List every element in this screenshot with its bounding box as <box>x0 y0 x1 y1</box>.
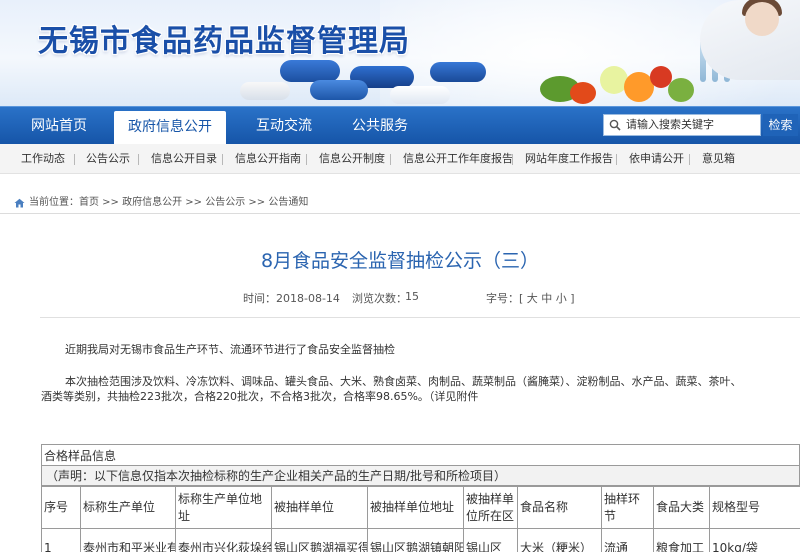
table-cell: 泰州市兴化荻垛经 <box>175 528 272 552</box>
col-header: 食品名称 <box>517 486 602 529</box>
nav-public-service[interactable]: 公共服务 <box>340 107 420 145</box>
table-cell: 粮食加工 <box>653 528 710 552</box>
col-header: 标称生产单位 <box>80 486 176 529</box>
table-cell: 10kg/袋 <box>709 528 800 552</box>
col-header: 标称生产单位地址 <box>175 486 272 529</box>
nav-home[interactable]: 网站首页 <box>18 107 100 145</box>
subnav-work-news[interactable]: 工作动态 <box>21 144 65 174</box>
subnav-system[interactable]: 信息公开制度 <box>319 144 385 174</box>
search-button[interactable]: 检索 <box>763 114 798 136</box>
breadcrumb-text: 当前位置：首页 >> 政府信息公开 >> 公告公示 >> 公告通知 <box>29 197 309 208</box>
sample-table: 合格样品信息 （声明：以下信息仅指本次抽检标称的生产企业相关产品的生产日期/批号… <box>41 444 800 552</box>
pills-image <box>240 52 560 106</box>
col-header: 被抽样单位 <box>271 486 368 529</box>
views-label: 浏览次数： <box>352 292 407 305</box>
subnav-application[interactable]: 依申请公开 <box>629 144 684 174</box>
subnav-site-report[interactable]: 网站年度工作报告 <box>525 144 613 174</box>
table-cell: 1 <box>41 528 81 552</box>
col-header: 被抽样单位地址 <box>367 486 464 529</box>
subnav-annual-report[interactable]: 信息公开工作年度报告 <box>403 144 513 174</box>
article-paragraph-2-line-2: 酒类等类别，共抽检223批次，合格220批次，不合格3批次，合格率98.65%。… <box>41 390 479 403</box>
col-header: 规格型号 <box>709 486 800 529</box>
font-size-switch[interactable]: 字号：[ 大 中 小 ] <box>486 290 575 306</box>
subnav-catalog[interactable]: 信息公开目录 <box>151 144 217 174</box>
table-caption: 合格样品信息 <box>41 444 800 466</box>
sub-nav: 工作动态 公告公示 信息公开目录 信息公开指南 信息公开制度 信息公开工作年度报… <box>0 144 800 174</box>
table-cell: 大米（粳米） <box>517 528 602 552</box>
nav-interaction[interactable]: 互动交流 <box>244 107 324 145</box>
table-cell: 流通 <box>601 528 654 552</box>
table-cell: 锡山区 <box>463 528 518 552</box>
col-header: 抽样环节 <box>601 486 654 529</box>
views-count: 15 <box>405 290 419 303</box>
table-cell: 锡山区鹅湖镇朝阳 <box>367 528 464 552</box>
table-row: 1 泰州市和平米业有 泰州市兴化荻垛经 锡山区鹅湖福买得 锡山区鹅湖镇朝阳 锡山… <box>41 528 800 552</box>
article-paragraph-1: 近期我局对无锡市食品生产环节、流通环节进行了食品安全监督抽检 <box>65 343 395 356</box>
nav-gov-info[interactable]: 政府信息公开 <box>114 111 226 145</box>
search-input[interactable]: 请输入搜索关键字 <box>603 114 761 136</box>
table-cell: 泰州市和平米业有 <box>80 528 176 552</box>
home-icon <box>14 198 25 208</box>
subnav-guide[interactable]: 信息公开指南 <box>235 144 301 174</box>
article-title: 8月食品安全监督抽检公示（三） <box>260 250 540 272</box>
table-note: （声明：以下信息仅指本次抽检标称的生产企业相关产品的生产日期/批号和所检项目） <box>41 466 800 486</box>
publish-time: 时间：2018-08-14 <box>243 292 340 305</box>
table-cell: 锡山区鹅湖福买得 <box>271 528 368 552</box>
subnav-notices[interactable]: 公告公示 <box>86 144 130 174</box>
header-banner: 无锡市食品药品监督管理局 <box>0 0 800 106</box>
col-header: 食品大类 <box>653 486 710 529</box>
subnav-feedback[interactable]: 意见箱 <box>702 144 735 174</box>
col-header: 被抽样单位所在区 <box>463 486 518 529</box>
col-header: 序号 <box>41 486 81 529</box>
site-title: 无锡市食品药品监督管理局 <box>38 24 410 59</box>
breadcrumb: 当前位置：首页 >> 政府信息公开 >> 公告公示 >> 公告通知 <box>0 192 800 214</box>
search-icon <box>609 119 621 131</box>
table-header-row: 序号 标称生产单位 标称生产单位地址 被抽样单位 被抽样单位地址 被抽样单位所在… <box>41 486 800 529</box>
